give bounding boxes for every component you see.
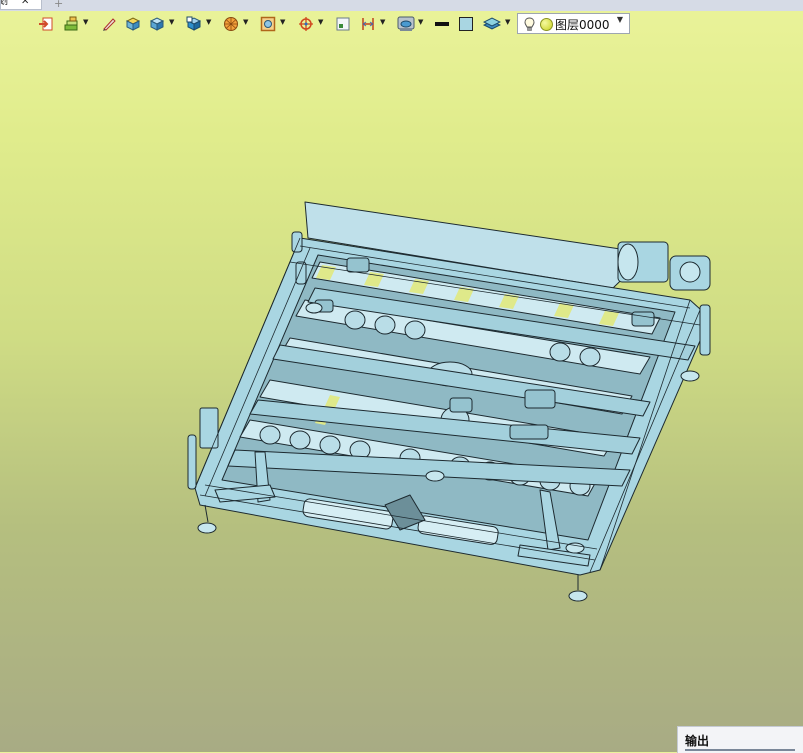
output-panel[interactable]: 输出 — [677, 726, 803, 753]
output-panel-divider — [685, 749, 795, 751]
conveyor-machine-model — [187, 201, 711, 602]
cad-model-viewport[interactable] — [0, 0, 803, 752]
output-panel-title: 输出 — [685, 734, 710, 748]
